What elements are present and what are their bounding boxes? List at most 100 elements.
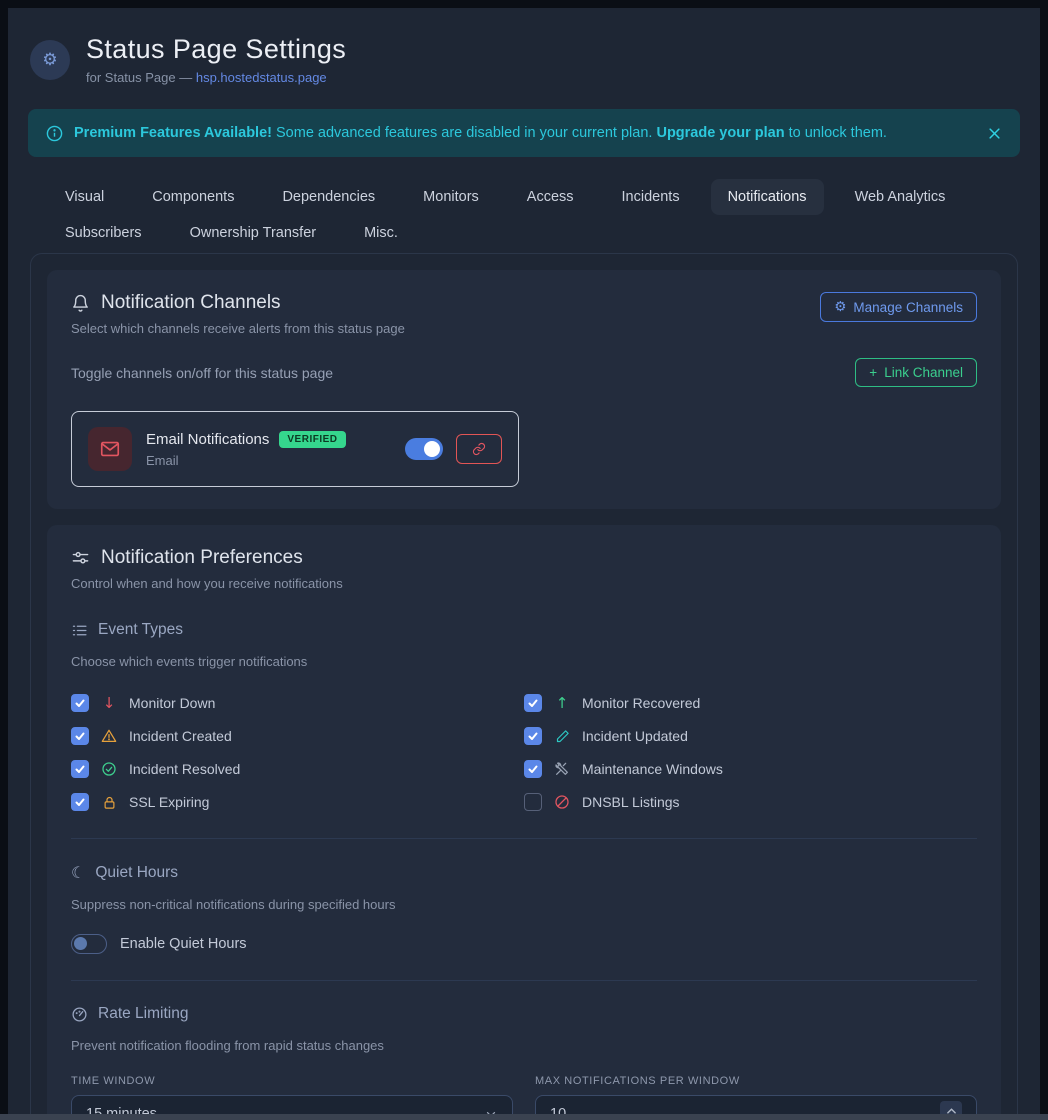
tab-ownership-transfer[interactable]: Ownership Transfer bbox=[173, 215, 334, 251]
page-header: ⚙ Status Page Settings for Status Page —… bbox=[8, 8, 1040, 85]
header-text: Status Page Settings for Status Page — h… bbox=[86, 34, 346, 85]
arrow-down-icon: ↓ bbox=[100, 694, 118, 712]
time-window-label: TIME WINDOW bbox=[71, 1075, 513, 1087]
envelope-icon bbox=[88, 427, 132, 471]
status-page-settings: ⚙ Status Page Settings for Status Page —… bbox=[8, 8, 1040, 1120]
quiet-hours-heading: ☾ Quiet Hours bbox=[71, 863, 977, 882]
event-row-maintenance-windows[interactable]: Maintenance Windows bbox=[524, 759, 977, 779]
event-row-dnsbl-listings[interactable]: DNSBL Listings bbox=[524, 792, 977, 812]
page-title: Status Page Settings bbox=[86, 34, 346, 65]
status-page-link[interactable]: hsp.hostedstatus.page bbox=[196, 70, 327, 85]
event-label: DNSBL Listings bbox=[582, 794, 680, 810]
max-notifications-label: MAX NOTIFICATIONS PER WINDOW bbox=[535, 1075, 977, 1087]
event-row-monitor-recovered[interactable]: ↑ Monitor Recovered bbox=[524, 693, 977, 713]
checkbox[interactable] bbox=[524, 694, 542, 712]
page-subtitle: for Status Page — hsp.hostedstatus.page bbox=[86, 70, 346, 85]
quiet-hours-toggle-row: Enable Quiet Hours bbox=[71, 934, 977, 954]
enable-quiet-hours-toggle[interactable] bbox=[71, 934, 107, 954]
chain-link-icon bbox=[472, 442, 486, 456]
rate-limiting-subtitle: Prevent notification flooding from rapid… bbox=[71, 1038, 977, 1053]
premium-banner: Premium Features Available! Some advance… bbox=[28, 109, 1020, 157]
upgrade-plan-link[interactable]: Upgrade your plan bbox=[656, 125, 784, 141]
channels-heading: Notification Channels Select which chann… bbox=[71, 292, 405, 336]
tab-access[interactable]: Access bbox=[510, 179, 591, 215]
event-types-heading: Event Types bbox=[71, 621, 977, 639]
event-row-incident-updated[interactable]: Incident Updated bbox=[524, 726, 977, 746]
quiet-hours-subtitle: Suppress non-critical notifications duri… bbox=[71, 897, 977, 912]
checkbox[interactable] bbox=[524, 793, 542, 811]
event-label: Incident Created bbox=[129, 728, 232, 744]
preferences-title: Notification Preferences bbox=[101, 547, 303, 569]
email-channel-toggle[interactable] bbox=[405, 438, 443, 460]
manage-channels-button[interactable]: ⚙ Manage Channels bbox=[820, 292, 977, 322]
event-types-subtitle: Choose which events trigger notification… bbox=[71, 654, 977, 669]
tab-dependencies[interactable]: Dependencies bbox=[265, 179, 392, 215]
rate-limiting-title: Rate Limiting bbox=[98, 1005, 188, 1023]
event-types-title: Event Types bbox=[98, 621, 183, 639]
tab-components[interactable]: Components bbox=[135, 179, 251, 215]
tab-misc[interactable]: Misc. bbox=[347, 215, 415, 251]
moon-icon: ☾ bbox=[71, 863, 85, 882]
divider bbox=[71, 838, 977, 839]
unlink-channel-button[interactable] bbox=[456, 434, 502, 464]
prohibition-icon bbox=[553, 794, 571, 810]
check-circle-icon bbox=[100, 761, 118, 777]
preferences-subtitle: Control when and how you receive notific… bbox=[71, 576, 977, 591]
settings-tabs: Visual Components Dependencies Monitors … bbox=[48, 179, 1028, 251]
pencil-icon bbox=[553, 729, 571, 744]
plus-icon: + bbox=[869, 365, 877, 380]
close-icon[interactable] bbox=[987, 126, 1002, 141]
channels-title: Notification Channels bbox=[101, 292, 281, 314]
tab-incidents[interactable]: Incidents bbox=[605, 179, 697, 215]
event-row-ssl-expiring[interactable]: SSL Expiring bbox=[71, 792, 524, 812]
divider bbox=[71, 980, 977, 981]
notification-channels-card: Notification Channels Select which chann… bbox=[47, 270, 1001, 509]
email-channel-card: Email Notifications VERIFIED Email bbox=[71, 411, 519, 487]
gear-icon: ⚙ bbox=[30, 40, 70, 80]
banner-bold-lead: Premium Features Available! bbox=[74, 125, 272, 141]
sliders-icon bbox=[71, 549, 90, 568]
gauge-icon bbox=[71, 1006, 88, 1023]
notification-preferences-card: Notification Preferences Control when an… bbox=[47, 525, 1001, 1120]
tab-web-analytics[interactable]: Web Analytics bbox=[838, 179, 963, 215]
list-icon bbox=[71, 622, 88, 639]
event-label: Maintenance Windows bbox=[582, 761, 723, 777]
banner-tail: to unlock them. bbox=[785, 125, 887, 141]
enable-quiet-hours-label: Enable Quiet Hours bbox=[120, 936, 247, 952]
subtitle-prefix: for Status Page — bbox=[86, 70, 196, 85]
checkbox[interactable] bbox=[524, 727, 542, 745]
link-channel-button[interactable]: + Link Channel bbox=[855, 358, 977, 387]
event-label: Incident Resolved bbox=[129, 761, 240, 777]
channel-name: Email Notifications bbox=[146, 431, 269, 448]
event-row-monitor-down[interactable]: ↓ Monitor Down bbox=[71, 693, 524, 713]
channel-actions bbox=[405, 434, 502, 464]
checkbox[interactable] bbox=[524, 760, 542, 778]
channel-type: Email bbox=[146, 453, 346, 468]
lock-icon bbox=[100, 795, 118, 810]
link-channel-label: Link Channel bbox=[884, 365, 963, 380]
banner-text: Premium Features Available! Some advance… bbox=[74, 125, 887, 141]
rate-limiting-heading: Rate Limiting bbox=[71, 1005, 977, 1023]
email-channel-info: Email Notifications VERIFIED Email bbox=[146, 431, 346, 468]
quiet-hours-title: Quiet Hours bbox=[95, 864, 178, 882]
event-label: Monitor Recovered bbox=[582, 695, 700, 711]
banner-body: Some advanced features are disabled in y… bbox=[272, 125, 656, 141]
event-row-incident-created[interactable]: Incident Created bbox=[71, 726, 524, 746]
checkbox[interactable] bbox=[71, 694, 89, 712]
gear-icon: ⚙ bbox=[834, 299, 846, 315]
channels-title-row: Notification Channels bbox=[71, 292, 405, 314]
verified-badge: VERIFIED bbox=[279, 431, 345, 448]
channels-toggle-hint: Toggle channels on/off for this status p… bbox=[71, 365, 333, 381]
tab-monitors[interactable]: Monitors bbox=[406, 179, 496, 215]
event-row-incident-resolved[interactable]: Incident Resolved bbox=[71, 759, 524, 779]
event-label: Incident Updated bbox=[582, 728, 688, 744]
tab-subscribers[interactable]: Subscribers bbox=[48, 215, 159, 251]
checkbox[interactable] bbox=[71, 793, 89, 811]
preferences-title-row: Notification Preferences bbox=[71, 547, 977, 569]
tab-visual[interactable]: Visual bbox=[48, 179, 121, 215]
tab-notifications[interactable]: Notifications bbox=[711, 179, 824, 215]
checkbox[interactable] bbox=[71, 760, 89, 778]
horizontal-scrollbar[interactable] bbox=[0, 1114, 1048, 1120]
info-icon bbox=[46, 125, 63, 142]
checkbox[interactable] bbox=[71, 727, 89, 745]
